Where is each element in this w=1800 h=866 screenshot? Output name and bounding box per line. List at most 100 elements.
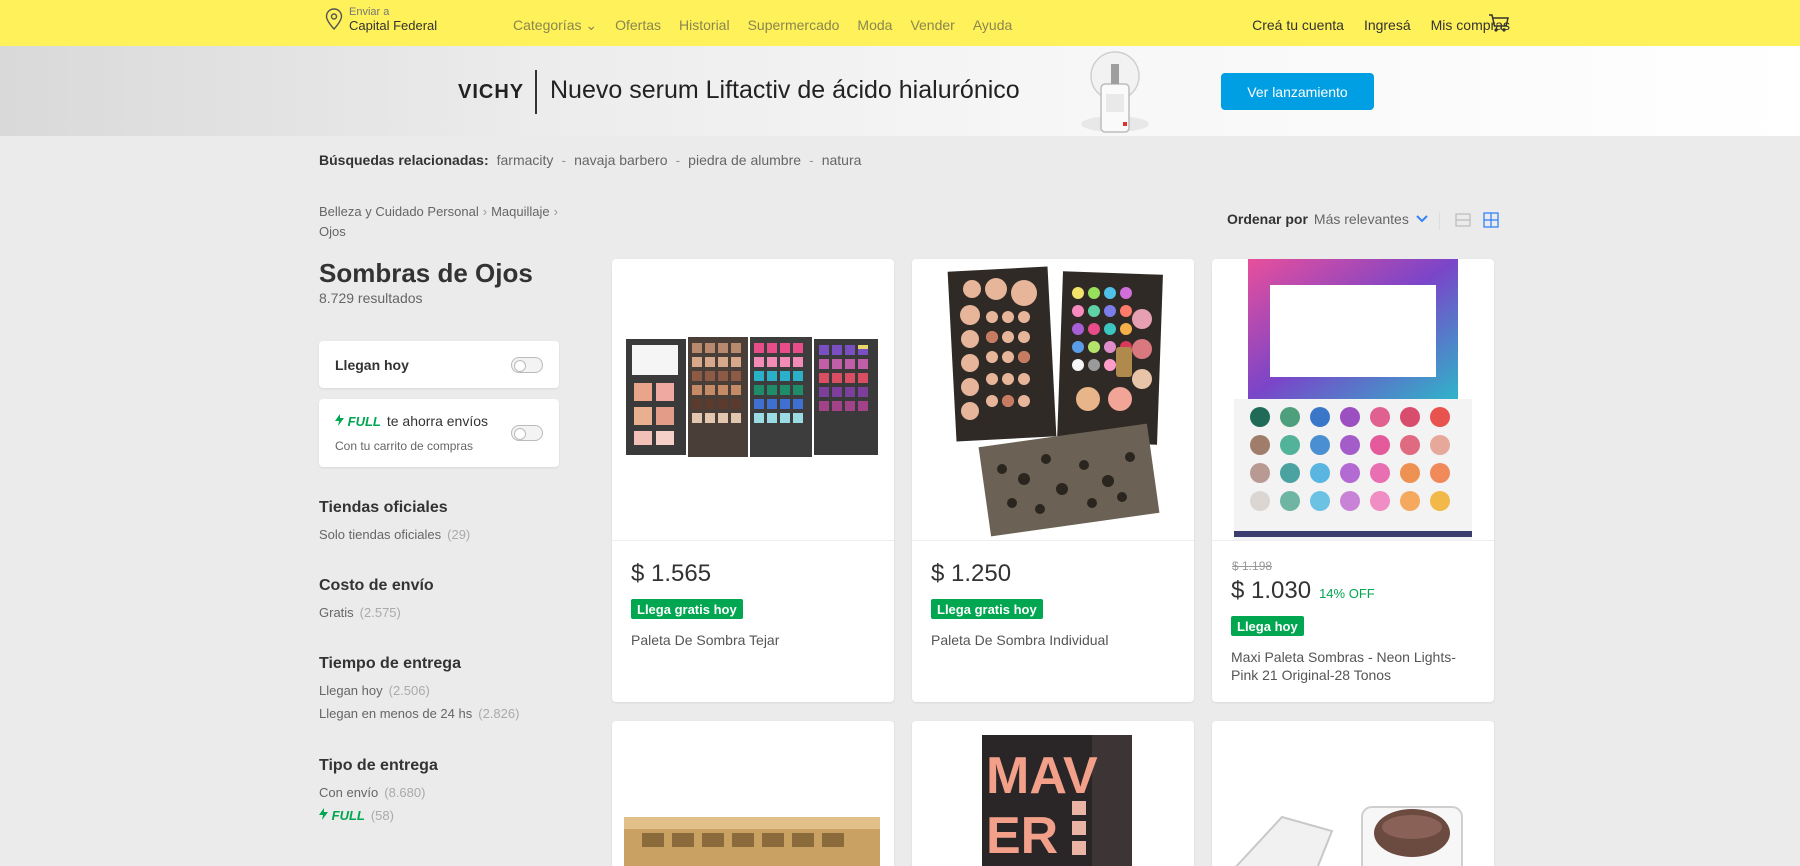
product-price-row: $ 1.030 14% OFF [1231,577,1375,605]
banner-cta-button[interactable]: Ver lanzamiento [1221,73,1374,110]
filter-llegan-hoy[interactable]: Llegan hoy [319,341,559,388]
product-price: $ 1.250 [931,560,1012,587]
filter-section-tiempo: Tiempo de entrega Llegan hoy (2.506) Lleg… [319,655,569,729]
related-link[interactable]: farmacity [497,152,554,168]
filter-section-title: Tiempo de entrega [319,655,461,672]
product-card[interactable] [612,721,894,866]
filter-section-title: Tiendas oficiales [319,499,448,516]
product-card[interactable]: $ 1.565 Llega gratis hoy Paleta De Sombr… [612,259,894,702]
shipping-location[interactable]: Enviar a Capital Federal [325,6,437,34]
location-label: Enviar a [349,6,390,18]
product-card[interactable]: $ 1.198 $ 1.030 14% OFF Llega hoy Maxi Pa… [1212,259,1494,702]
login-link[interactable]: Ingresá [1364,17,1411,33]
filter-label: Llegan hoy [335,357,409,373]
chevron-right-icon: › [482,204,488,219]
nav-ayuda[interactable]: Ayuda [973,17,1012,34]
filter-full[interactable]: FULL te ahorra envíos Con tu carrito de … [319,399,559,467]
shipping-badge: Llega gratis hoy [931,599,1043,619]
account-links: Creá tu cuenta Ingresá Mis compras [1252,17,1510,33]
product-card[interactable] [1212,721,1494,866]
filter-option[interactable]: Llegan en menos de 24 hs (2.826) [319,706,569,721]
filter-section-title [319,856,569,866]
related-link[interactable]: natura [822,152,862,168]
list-view-icon[interactable] [1455,213,1471,227]
product-image[interactable] [1212,259,1494,541]
breadcrumb-item[interactable]: Belleza y Cuidado Personal [319,204,479,219]
llegan-hoy-toggle[interactable] [511,357,543,373]
sort-control[interactable]: Ordenar por Más relevantes [1227,211,1429,227]
product-title[interactable]: Maxi Paleta Sombras - Neon Lights-Pink 2… [1231,648,1475,684]
product-image[interactable] [912,259,1194,541]
full-toggle[interactable] [511,425,543,441]
nav-ofertas[interactable]: Ofertas [615,17,661,34]
product-image[interactable] [1212,721,1494,866]
chevron-right-icon: › [553,204,558,219]
lightning-icon [335,413,344,426]
location-pin-icon [325,8,343,30]
filter-section-partial [319,856,569,866]
full-text: te ahorra envíos [386,413,489,429]
separator: - [809,152,814,168]
serum-bottle-image [1081,51,1149,133]
filter-option[interactable]: Llegan hoy (2.506) [319,683,569,698]
filter-section-tipo: Tipo de entrega Con envío (8.680) FULL (5… [319,757,569,831]
separator: - [675,152,681,168]
create-account-link[interactable]: Creá tu cuenta [1252,17,1344,33]
cart-icon[interactable] [1488,13,1510,33]
chevron-down-icon: ⌄ [585,17,598,33]
nav-vender[interactable]: Vender [910,17,954,34]
divider [1439,212,1440,230]
product-title[interactable]: Paleta De Sombra Individual [931,631,1175,649]
breadcrumb-item[interactable]: Ojos [319,224,346,239]
related-searches: Búsquedas relacionadas: farmacity - nava… [319,152,861,168]
sort-label: Ordenar por [1227,211,1308,227]
svg-text:ER: ER [986,807,1058,865]
separator: - [561,152,567,168]
banner-divider [535,70,537,114]
old-price: $ 1.198 [1232,559,1273,573]
product-image[interactable] [612,721,894,866]
breadcrumb: Belleza y Cuidado Personal › Maquillaje › O… [319,202,589,242]
filter-section-title: Tipo de entrega [319,757,438,774]
filter-option[interactable]: Gratis (2.575) [319,605,569,620]
results-count: 8.729 resultados [319,290,423,306]
lightning-icon [319,808,328,820]
nav-supermercado[interactable]: Supermercado [748,17,840,34]
sort-value[interactable]: Más relevantes [1314,211,1409,227]
product-image[interactable] [612,259,894,541]
product-title[interactable]: Paleta De Sombra Tejar [631,631,875,649]
filter-section-envio: Costo de envío Gratis (2.575) [319,577,569,628]
filter-section-tiendas: Tiendas oficiales Solo tiendas oficiales… [319,499,569,550]
banner-brand-logo: VICHY [458,81,525,103]
location-value: Capital Federal [349,18,438,33]
shipping-badge: Llega gratis hoy [631,599,743,619]
nav-historial[interactable]: Historial [679,17,730,34]
filter-section-title: Costo de envío [319,577,434,594]
filter-option-full[interactable]: FULL (58) [319,808,569,823]
product-card[interactable]: MAV ER [912,721,1194,866]
nav-categorias[interactable]: Categorías ⌄ [513,17,597,34]
main-nav: Categorías ⌄ Ofertas Historial Supermerc… [513,17,1012,34]
banner-headline: Nuevo serum Liftactiv de ácido hialuróni… [550,76,1020,104]
related-searches-label: Búsquedas relacionadas: [319,152,489,168]
discount-label: 14% OFF [1319,586,1375,601]
full-badge: FULL [335,413,381,429]
filter-option[interactable]: Solo tiendas oficiales (29) [319,527,569,542]
product-price: $ 1.565 [631,560,712,587]
page-title: Sombras de Ojos [319,258,533,288]
chevron-down-icon [1416,215,1428,223]
promo-banner[interactable]: VICHY Nuevo serum Liftactiv de ácido hia… [0,46,1800,136]
related-link[interactable]: piedra de alumbre [688,152,801,168]
product-price: $ 1.030 [1231,577,1312,604]
view-toggle [1439,212,1499,230]
grid-view-icon[interactable] [1483,212,1499,228]
nav-moda[interactable]: Moda [857,17,892,34]
shipping-badge: Llega hoy [1231,616,1304,636]
breadcrumb-item[interactable]: Maquillaje [491,204,550,219]
full-row: FULL te ahorra envíos [335,413,488,429]
product-image[interactable]: MAV ER [912,721,1194,866]
filter-option[interactable]: Con envío (8.680) [319,785,569,800]
related-link[interactable]: navaja barbero [574,152,667,168]
product-card[interactable]: $ 1.250 Llega gratis hoy Paleta De Sombr… [912,259,1194,702]
svg-text:MAV: MAV [986,747,1098,805]
